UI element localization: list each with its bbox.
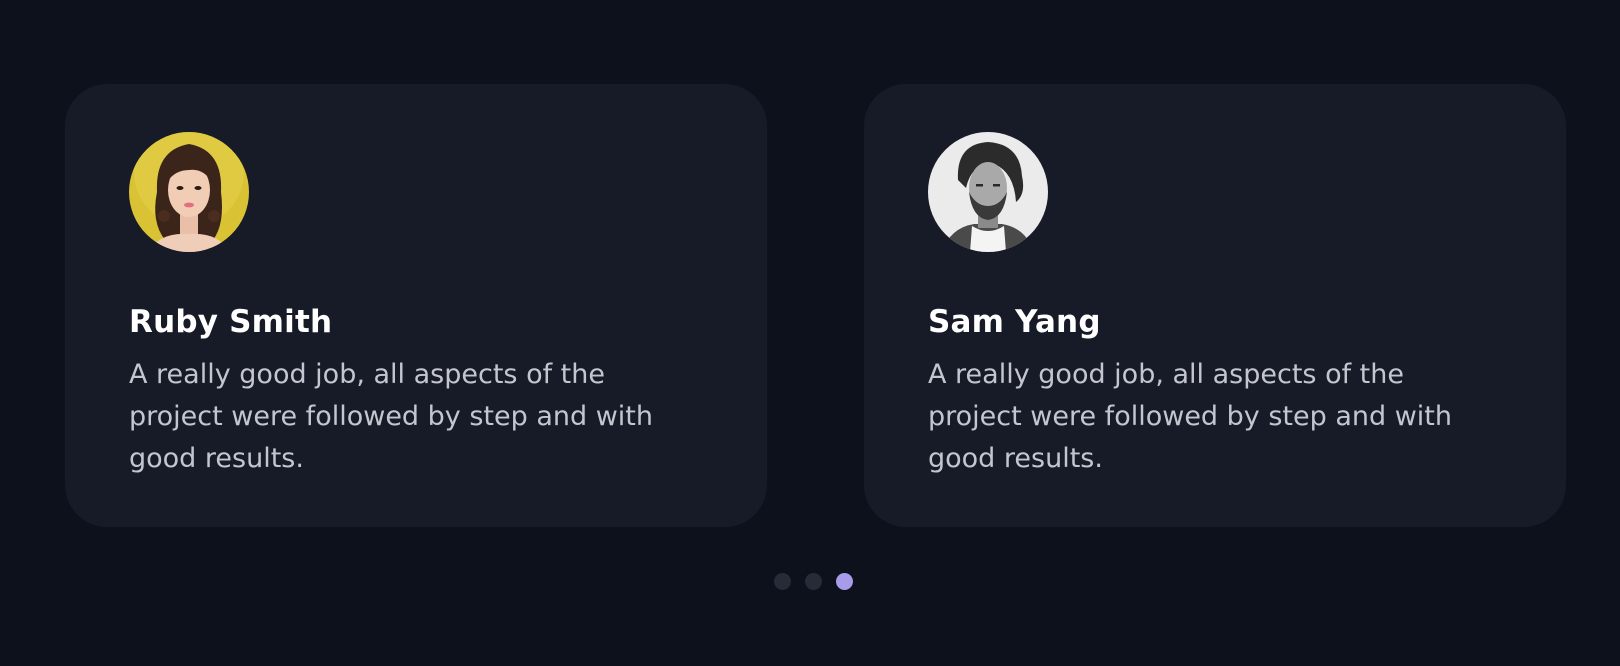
- testimonial-quote: A really good job, all aspects of the pr…: [129, 359, 653, 474]
- avatar: [928, 132, 1048, 252]
- pagination-dot-active[interactable]: [836, 573, 853, 590]
- testimonial-name: Ruby Smith: [129, 304, 333, 340]
- testimonial-card: Ruby Smith A really good job, all aspect…: [65, 84, 767, 527]
- pagination-dot[interactable]: [774, 573, 791, 590]
- man-portrait-icon: [928, 132, 1048, 252]
- carousel-pagination: [774, 573, 853, 590]
- woman-portrait-icon: [129, 132, 249, 252]
- testimonial-name: Sam Yang: [928, 304, 1101, 340]
- testimonial-carousel: Ruby Smith A really good job, all aspect…: [65, 84, 1566, 527]
- testimonial-quote: A really good job, all aspects of the pr…: [928, 359, 1452, 474]
- testimonial-card: Sam Yang A really good job, all aspects …: [864, 84, 1566, 527]
- avatar: [129, 132, 249, 252]
- pagination-dot[interactable]: [805, 573, 822, 590]
